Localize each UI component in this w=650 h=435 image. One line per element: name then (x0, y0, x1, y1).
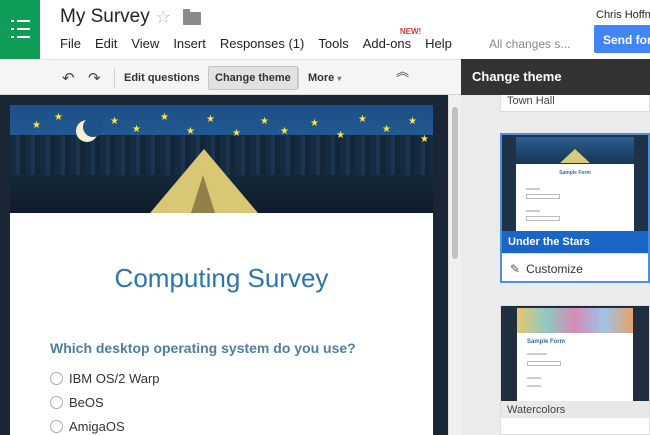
customize-button[interactable]: ✎ Customize (502, 253, 648, 281)
radio-button[interactable] (50, 420, 63, 433)
forms-app-logo-icon[interactable] (0, 0, 40, 59)
tent-icon (560, 149, 590, 163)
redo-icon[interactable]: ↷ (88, 69, 101, 87)
theme-town-hall[interactable]: Town Hall (500, 95, 650, 112)
menu-file[interactable]: File (60, 36, 81, 51)
menu-addons-label: Add-ons (362, 36, 412, 51)
toolbar-divider (114, 68, 115, 88)
star-decoration: ★ (132, 124, 141, 135)
logo-line (17, 36, 30, 38)
menu-responses[interactable]: Responses (1) (220, 36, 305, 51)
thumbnail-line (526, 210, 540, 212)
selected-theme-label: Under the Stars (502, 231, 648, 253)
undo-icon[interactable]: ↶ (62, 69, 75, 87)
change-theme-panel-title: Change theme (461, 59, 650, 95)
thumbnail-form-title: Sample Form (559, 170, 591, 176)
option-label: AmigaOS (69, 419, 125, 434)
radio-button[interactable] (50, 372, 63, 385)
thumbnail-line (527, 353, 547, 355)
menu-addons[interactable]: Add-ons NEW! (362, 27, 421, 51)
toolbar: ↶ ↷ Edit questions Change theme More ▾ ︽ (0, 59, 461, 95)
star-decoration: ★ (54, 112, 63, 123)
menu-insert[interactable]: Insert (173, 36, 206, 51)
thumbnail-form: Sample Form (516, 164, 634, 231)
star-decoration: ★ (336, 130, 345, 141)
star-decoration: ★ (358, 114, 367, 125)
theme-banner-image: ★ ★ ★ ★ ★ ★ ★ ★ ★ ★ ★ ★ ★ ★ ★ ★ (10, 105, 433, 213)
thumbnail-line (526, 188, 540, 190)
folder-icon[interactable] (183, 9, 201, 25)
menu-edit[interactable]: Edit (95, 36, 117, 51)
logo-line (17, 20, 30, 22)
theme-list: Town Hall Sample Form Under the Stars ✎ C… (461, 95, 650, 435)
menu-tools[interactable]: Tools (318, 36, 348, 51)
thumbnail-form: Sample Form (517, 333, 633, 401)
radio-button[interactable] (50, 396, 63, 409)
star-decoration: ★ (186, 126, 195, 137)
menu-help[interactable]: Help (425, 36, 452, 51)
star-decoration: ★ (232, 128, 241, 139)
theme-under-the-stars[interactable]: Sample Form Under the Stars ✎ Customize (500, 133, 650, 283)
question-title: Which desktop operating system do you us… (50, 340, 356, 356)
form-preview-canvas: ★ ★ ★ ★ ★ ★ ★ ★ ★ ★ ★ ★ ★ ★ ★ ★ Computin… (0, 95, 448, 435)
logo-bullet (11, 28, 14, 30)
logo-line (17, 28, 30, 30)
preview-scrollbar[interactable] (448, 95, 461, 435)
theme-thumbnail: Sample Form (501, 306, 649, 401)
option-label: BeOS (69, 395, 104, 410)
star-decoration: ★ (310, 118, 319, 129)
send-form-button[interactable]: Send form (594, 25, 650, 53)
theme-label: Watercolors (501, 401, 649, 418)
edit-questions-button[interactable]: Edit questions (118, 66, 206, 90)
option-beos[interactable]: BeOS (50, 395, 104, 410)
thumbnail-line (527, 385, 541, 387)
option-amigaos[interactable]: AmigaOS (50, 419, 125, 434)
star-decoration: ★ (382, 124, 391, 135)
thumbnail-form-title: Sample Form (527, 339, 566, 345)
thumbnail-field (526, 194, 560, 199)
star-decoration: ★ (110, 116, 119, 127)
moon-icon (76, 117, 103, 142)
toolbar-divider (298, 68, 299, 88)
star-decoration: ★ (160, 112, 169, 123)
thumbnail-line (527, 377, 541, 379)
scrollbar-thumb[interactable] (452, 107, 458, 259)
new-badge: NEW! (399, 27, 422, 36)
logo-bullet (11, 36, 14, 38)
logo-bullet (11, 20, 14, 22)
menu-bar: File Edit View Insert Responses (1) Tool… (60, 27, 466, 51)
option-label: IBM OS/2 Warp (69, 371, 160, 386)
user-name[interactable]: Chris Hoffm (596, 9, 650, 21)
menu-view[interactable]: View (131, 36, 159, 51)
collapse-icon[interactable]: ︽ (396, 65, 409, 78)
document-title[interactable]: My Survey (60, 6, 150, 28)
theme-thumbnail: Sample Form (502, 135, 648, 231)
option-os2-warp[interactable]: IBM OS/2 Warp (50, 371, 160, 386)
change-theme-button[interactable]: Change theme (208, 66, 298, 90)
save-status[interactable]: All changes s... (489, 37, 570, 51)
more-button[interactable]: More ▾ (302, 66, 347, 90)
customize-label: Customize (526, 262, 583, 276)
star-decoration: ★ (408, 116, 417, 127)
thumbnail-banner (517, 308, 633, 333)
star-decoration: ★ (206, 114, 215, 125)
star-decoration: ★ (420, 134, 429, 145)
pencil-icon: ✎ (510, 262, 521, 276)
star-icon[interactable]: ☆ (155, 7, 171, 28)
form-title: Computing Survey (114, 263, 329, 293)
tent-door (191, 175, 215, 213)
star-decoration: ★ (280, 126, 289, 137)
thumbnail-field (526, 216, 560, 221)
star-decoration: ★ (260, 116, 269, 127)
chevron-down-icon: ▾ (337, 74, 342, 83)
star-decoration: ★ (32, 120, 41, 131)
theme-watercolors[interactable]: Sample Form Watercolors (500, 305, 650, 435)
more-label: More (308, 72, 335, 84)
form-card: Computing Survey Which desktop operating… (10, 213, 433, 435)
thumbnail-field (527, 361, 561, 366)
